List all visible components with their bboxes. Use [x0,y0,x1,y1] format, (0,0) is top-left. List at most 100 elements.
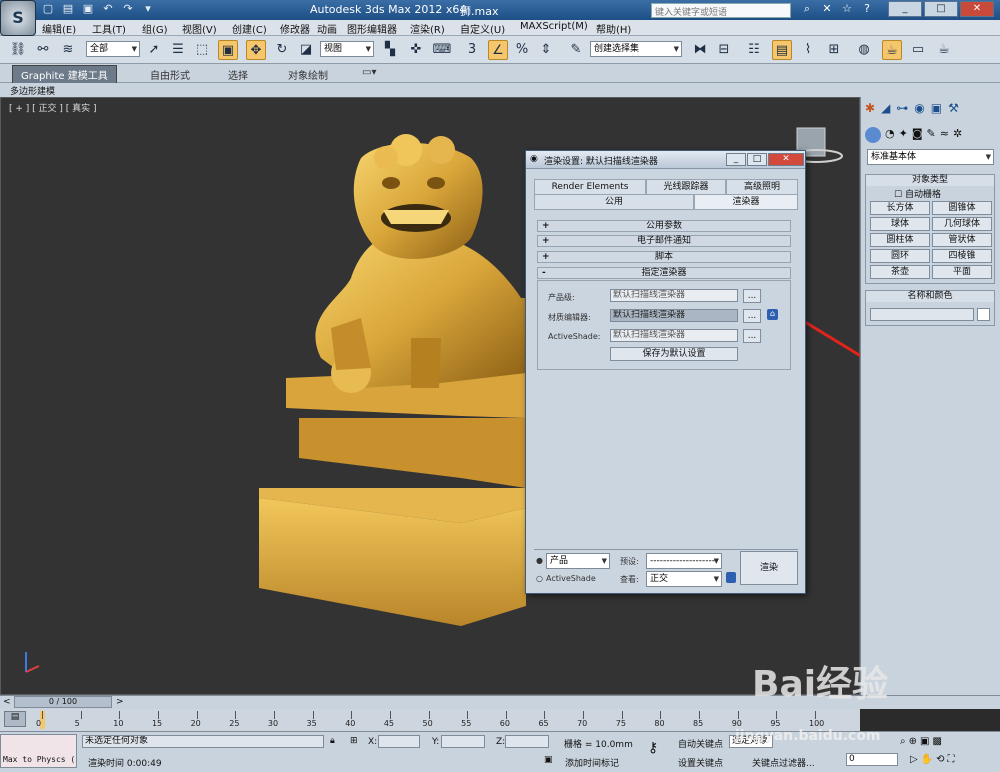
select-object-icon[interactable]: ➚ [144,40,164,60]
cone-button[interactable]: 圆锥体 [932,201,992,215]
dialog-close-button[interactable]: ✕ [768,153,804,166]
pan-icon[interactable]: ✋ [921,754,933,765]
menu-customize[interactable]: 自定义(U) [460,21,505,36]
zoom-all-icon[interactable]: ⊕ [909,736,917,747]
next-frame-icon[interactable]: > [116,697,124,707]
render-button[interactable]: 渲染 [740,551,798,585]
tab-raytracer[interactable]: 光线跟踪器 [646,179,726,195]
chevron-down-icon[interactable]: ▾ [140,2,156,16]
frame-indicator[interactable]: 0 / 100 [14,696,112,708]
angle-snap-icon[interactable]: ∠ [488,40,508,60]
tab-advanced-lighting[interactable]: 高级照明 [726,179,798,195]
close-button[interactable]: ✕ [960,1,994,17]
material-editor-browse-button[interactable]: ... [743,309,761,323]
graphite-toggle-icon[interactable]: ▤ [772,40,792,60]
edit-named-selection-icon[interactable]: ✎ [566,40,586,60]
object-type-title[interactable]: 对象类型 [866,175,994,186]
ribbon-options-icon[interactable]: ▭▾ [362,67,376,78]
systems-icon[interactable]: ✲ [953,127,962,143]
mirror-icon[interactable]: ⧓ [690,40,710,60]
ribbon-tab-graphite[interactable]: Graphite 建模工具 [12,65,117,84]
field-of-view-icon[interactable]: ▷ [910,754,918,765]
plane-button[interactable]: 平面 [932,265,992,279]
cylinder-button[interactable]: 圆柱体 [870,233,930,247]
undo-icon[interactable]: ↶ [100,2,116,16]
rollout-email-notifications[interactable]: + 电子邮件通知 [537,235,791,247]
timeline-ruler[interactable]: ▤ 0 5 10 15 20 25 30 35 40 45 50 55 60 65 70 75 80 85 90 95… [0,709,860,731]
render-production-icon[interactable]: ☕ [934,40,954,60]
object-name-field[interactable] [870,308,974,321]
activeshade-radio[interactable]: ○ [536,574,543,583]
menu-views[interactable]: 视图(V) [182,21,217,36]
select-manipulate-icon[interactable]: ✜ [406,40,426,60]
menu-graph-editors[interactable]: 图形编辑器 [347,21,397,36]
view-dropdown[interactable]: 正交 [646,571,722,587]
material-editor-icon[interactable]: ◍ [854,40,874,60]
rollout-common-parameters[interactable]: + 公用参数 [537,220,791,232]
prev-frame-icon[interactable]: < [3,697,11,707]
snap-3d-icon[interactable]: 3 [462,40,482,60]
rendered-frame-icon[interactable]: ▭ [908,40,928,60]
time-tag-icon[interactable]: ▣ [544,755,553,765]
render-mode-dropdown[interactable]: 产品 [546,553,610,569]
y-coord-field[interactable] [441,735,485,748]
window-crossing-icon[interactable]: ▣ [218,40,238,60]
menu-rendering[interactable]: 渲染(R) [410,21,445,36]
rollout-scripts[interactable]: + 脚本 [537,251,791,263]
lock-icon[interactable]: ⌂ [767,309,778,320]
zoom-icon[interactable]: ⌕ [900,736,906,747]
sphere-button[interactable]: 球体 [870,217,930,231]
star-icon[interactable]: ☆ [840,2,854,16]
maximize-viewport-icon[interactable]: ⛶ [948,754,955,765]
schematic-view-icon[interactable]: ⊞ [824,40,844,60]
display-tab-icon[interactable]: ▣ [931,101,942,115]
orbit-icon[interactable]: ⟲ [936,754,944,765]
search-input[interactable]: 键入关键字或短语 [651,3,791,18]
ribbon-panel-polygon-modeling[interactable]: 多边形建模 [10,84,55,97]
selection-filter-dropdown[interactable]: 全部 [86,41,140,57]
link-icon[interactable]: ⛓ [8,40,28,60]
zoom-extents-icon[interactable]: ▣ [920,736,929,747]
geosphere-button[interactable]: 几何球体 [932,217,992,231]
teapot-button[interactable]: 茶壶 [870,265,930,279]
key-filters-button[interactable]: 关键点过滤器... [752,756,815,769]
menu-animation[interactable]: 动画 [317,21,337,36]
align-icon[interactable]: ⊟ [714,40,734,60]
named-selection-dropdown[interactable]: 创建选择集 [590,41,682,57]
open-file-icon[interactable]: ▤ [60,2,76,16]
absolute-mode-icon[interactable]: ⊞ [350,736,358,746]
new-file-icon[interactable]: ▢ [40,2,56,16]
render-setup-icon[interactable]: ☕ [882,40,902,60]
helpers-icon[interactable]: ✎ [927,127,936,143]
menu-tools[interactable]: 工具(T) [92,21,126,36]
scale-icon[interactable]: ◪ [296,40,316,60]
application-button[interactable]: S [0,0,36,36]
current-frame-field[interactable]: 0 [846,753,898,766]
layer-manager-icon[interactable]: ☷ [744,40,764,60]
autogrid-checkbox[interactable]: ☐ 自动栅格 [894,187,941,200]
lights-icon[interactable]: ✦ [899,127,908,143]
geometry-icon[interactable] [865,127,881,143]
menu-group[interactable]: 组(G) [142,21,168,36]
torus-button[interactable]: 圆环 [870,249,930,263]
tools-icon[interactable]: ✕ [820,2,834,16]
redo-icon[interactable]: ↷ [120,2,136,16]
set-key-button[interactable]: 设置关键点 [678,756,723,769]
ribbon-tab-selection[interactable]: 选择 [228,67,248,82]
save-icon[interactable]: ▣ [80,2,96,16]
menu-modifiers[interactable]: 修改器 [280,21,310,36]
save-as-defaults-button[interactable]: 保存为默认设置 [610,347,738,361]
activeshade-browse-button[interactable]: ... [743,329,761,343]
z-coord-field[interactable] [505,735,549,748]
rotate-icon[interactable]: ↻ [272,40,292,60]
preset-dropdown[interactable]: -------------------- [646,553,722,569]
mini-curve-icon[interactable]: ▤ [4,711,26,727]
reference-coordinate-dropdown[interactable]: 视图 [320,41,374,57]
select-by-name-icon[interactable]: ☰ [168,40,188,60]
box-button[interactable]: 长方体 [870,201,930,215]
ribbon-tab-freeform[interactable]: 自由形式 [150,67,190,82]
modify-tab-icon[interactable]: ◢ [881,101,890,115]
maxscript-listener[interactable]: Max to Physcs ( [0,734,77,768]
curve-editor-icon[interactable]: ⌇ [798,40,818,60]
dialog-maximize-button[interactable]: □ [747,153,767,166]
